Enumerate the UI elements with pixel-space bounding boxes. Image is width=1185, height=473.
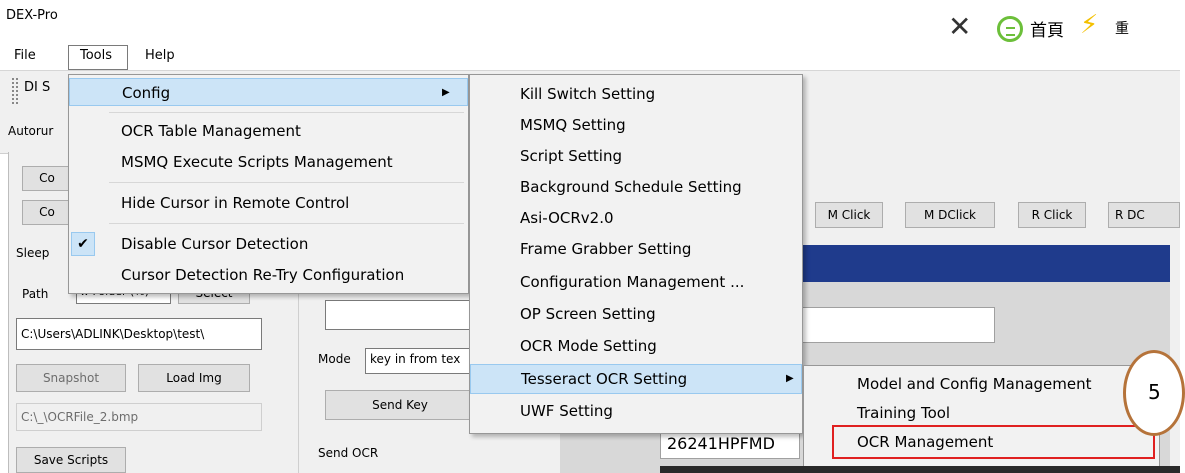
r-dclick-button[interactable]: R DC (1108, 202, 1180, 228)
tab-autorun[interactable]: Autorur (8, 124, 53, 138)
label: OCR Mode Setting (520, 337, 657, 355)
menu-item-retry-label: Cursor Detection Re-Try Configuration (121, 266, 405, 284)
annotation-highlight-box (832, 425, 1155, 459)
menu-item-kill-switch[interactable]: Kill Switch Setting (470, 80, 802, 108)
label: Asi-OCRv2.0 (520, 209, 614, 227)
menu-item-msmq-exec-label: MSMQ Execute Scripts Management (121, 153, 393, 171)
menu-item-op-screen[interactable]: OP Screen Setting (470, 300, 802, 328)
sleep-label: Sleep (16, 246, 50, 260)
menu-item-disable-cursor-label: Disable Cursor Detection (121, 235, 309, 253)
menu-item-tesseract[interactable]: Tesseract OCR Setting ▶ (470, 364, 802, 394)
menu-item-retry[interactable]: Cursor Detection Re-Try Configuration (69, 261, 468, 289)
label: Script Setting (520, 147, 622, 165)
menu-item-uwf[interactable]: UWF Setting (470, 397, 802, 425)
label: Kill Switch Setting (520, 85, 656, 103)
config-submenu: Kill Switch Setting MSMQ Setting Script … (469, 74, 803, 434)
menu-item-script-setting[interactable]: Script Setting (470, 142, 802, 170)
home-icon[interactable] (997, 16, 1023, 42)
label: UWF Setting (520, 402, 613, 420)
menu-item-frame-grabber[interactable]: Frame Grabber Setting (470, 235, 802, 263)
menu-item-config-label: Config (122, 84, 171, 102)
label: Frame Grabber Setting (520, 240, 692, 258)
submenu-arrow-icon: ▶ (786, 373, 794, 384)
checkmark-icon: ✔ (71, 232, 95, 256)
menu-file[interactable]: File (14, 48, 36, 63)
menu-item-ocr-table-label: OCR Table Management (121, 122, 301, 140)
menu-item-training-tool[interactable]: Training Tool (804, 399, 1159, 427)
menu-item-ocr-table[interactable]: OCR Table Management (69, 117, 468, 145)
image-file-field: C:\_\OCRFile_2.bmp (16, 403, 262, 431)
menu-item-ocr-mode[interactable]: OCR Mode Setting (470, 332, 802, 360)
menu-tools-label[interactable]: Tools (80, 48, 112, 63)
submenu-arrow-icon: ▶ (442, 87, 450, 98)
load-img-button[interactable]: Load Img (138, 364, 250, 392)
label: Tesseract OCR Setting (521, 370, 688, 388)
menu-item-asi-ocr[interactable]: Asi-OCRv2.0 (470, 204, 802, 232)
menu-item-config[interactable]: Config ▶ (69, 78, 468, 106)
home-label[interactable]: 首頁 (1030, 16, 1064, 41)
menu-separator (109, 182, 464, 183)
label: Background Schedule Setting (520, 178, 742, 196)
mode-label: Mode (318, 352, 351, 366)
connect-button-1[interactable]: Co (22, 166, 72, 191)
menu-item-msmq-exec[interactable]: MSMQ Execute Scripts Management (69, 148, 468, 176)
folder-path-field[interactable]: C:\Users\ADLINK\Desktop\test\ (16, 318, 262, 350)
remote-input-field[interactable] (800, 307, 995, 343)
snapshot-button[interactable]: Snapshot (16, 364, 126, 392)
menu-separator (109, 223, 464, 224)
truncated-label: 重 (1115, 21, 1129, 37)
text-input[interactable] (325, 300, 475, 330)
label: Model and Config Management (857, 375, 1092, 393)
menu-item-config-management[interactable]: Configuration Management ... (470, 268, 802, 296)
label: MSMQ Setting (520, 116, 626, 134)
close-icon[interactable]: ✕ (948, 12, 971, 42)
lightning-icon[interactable]: ⚡ (1080, 10, 1098, 40)
menu-item-background-schedule[interactable]: Background Schedule Setting (470, 173, 802, 201)
label: Training Tool (857, 404, 951, 422)
mode-select[interactable]: key in from tex (365, 348, 475, 374)
connect-button-2[interactable]: Co (22, 200, 72, 225)
label: OP Screen Setting (520, 305, 656, 323)
save-scripts-button[interactable]: Save Scripts (16, 447, 126, 473)
window-title: DEX-Pro (6, 8, 58, 23)
toolbar-grip[interactable] (12, 78, 18, 104)
send-ocr-group-label: Send OCR (318, 446, 383, 460)
label: Configuration Management ... (520, 273, 745, 291)
m-dclick-button[interactable]: M DClick (905, 202, 995, 228)
menu-item-hide-cursor-label: Hide Cursor in Remote Control (121, 194, 350, 212)
menu-bar (0, 43, 1180, 67)
m-click-button[interactable]: M Click (815, 202, 883, 228)
menu-item-disable-cursor[interactable]: Disable Cursor Detection (69, 230, 468, 258)
menu-help[interactable]: Help (145, 48, 175, 63)
bottom-border (660, 466, 1180, 473)
send-key-button[interactable]: Send Key (325, 390, 475, 420)
toolbar-item[interactable]: DI S (24, 80, 50, 95)
tools-menu: Config ▶ OCR Table Management MSMQ Execu… (68, 74, 469, 294)
menu-item-model-config[interactable]: Model and Config Management (804, 370, 1159, 398)
step-number: 5 (1148, 380, 1161, 404)
menu-separator (109, 112, 464, 113)
r-click-button[interactable]: R Click (1018, 202, 1086, 228)
path-label: Path (22, 287, 49, 301)
menu-item-hide-cursor[interactable]: Hide Cursor in Remote Control (69, 189, 468, 217)
menu-item-msmq-setting[interactable]: MSMQ Setting (470, 111, 802, 139)
